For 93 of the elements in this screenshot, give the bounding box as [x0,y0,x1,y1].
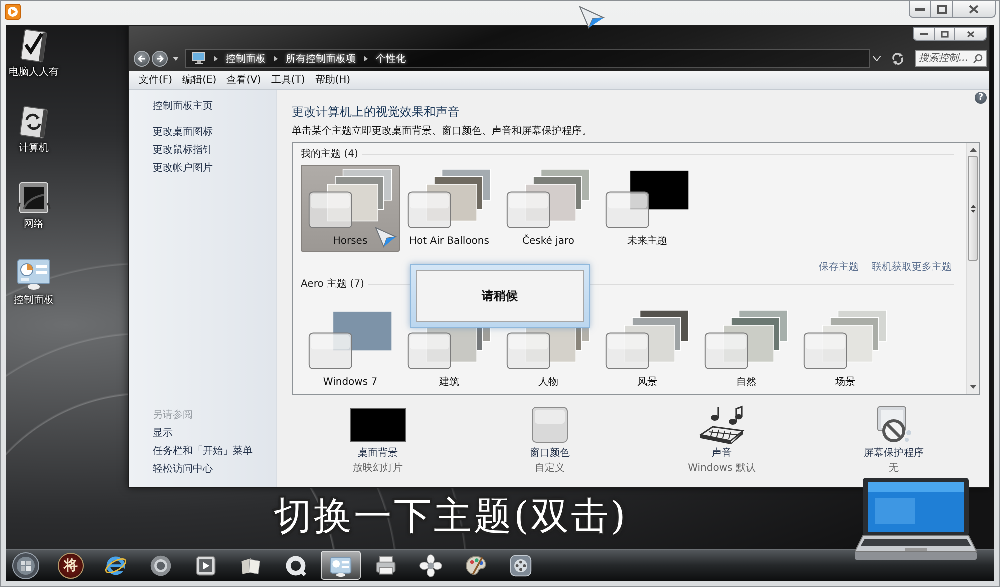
setting-value: 无 [889,462,899,476]
back-button[interactable] [134,50,150,66]
ring-icon [284,554,308,578]
menu-item[interactable]: 帮助(H) [311,73,355,87]
theme-item[interactable]: Hot Air Balloons [400,165,499,252]
search-field[interactable]: 搜索控制... [915,50,987,67]
theme-item[interactable]: Windows 7 [301,306,400,393]
play-icon [194,554,218,578]
picture-frame-icon [17,181,51,215]
group-heading: Aero 主题 (7) [301,278,364,291]
orb-icon [12,552,40,580]
maximize-icon [936,4,946,14]
setting-link[interactable]: 窗口颜色 [530,447,570,461]
desktop-shortcut[interactable]: 计算机 [6,105,62,181]
sidebar-link[interactable]: 更改帐户图片 [153,160,213,178]
taskbar-button[interactable] [321,551,361,580]
arrow-right-icon [156,54,164,62]
close-icon [969,4,979,14]
color-swatch-icon[interactable] [532,407,568,443]
breadcrumb[interactable]: 控制面板 [226,52,266,66]
theme-item[interactable]: 自然 [697,306,796,393]
cursor-icon [375,227,397,248]
minimize-button[interactable] [913,27,935,41]
computer-icon [192,52,206,65]
menu-item[interactable]: 文件(F) [135,73,177,87]
scrollbar-thumb[interactable] [968,156,978,261]
breadcrumb[interactable]: 所有控制面板项 [286,52,356,66]
arrow-left-icon [138,54,146,62]
scroll-up-icon [970,148,976,152]
theme-item[interactable]: 未来主题 [598,165,697,252]
sidebar-link[interactable]: 更改鼠标指针 [153,142,213,160]
minimize-icon [920,33,928,35]
setting-link[interactable]: 声音 [712,447,732,461]
sidebar-link[interactable]: 更改桌面图标 [153,124,213,142]
theme-link[interactable]: 保存主题 [819,261,859,275]
desktop-shortcut[interactable]: 控制面板 [6,257,62,333]
sidebar-link[interactable]: 轻松访问中心 [153,461,213,479]
wallpaper-thumbnail-icon[interactable] [350,408,406,442]
theme-item[interactable]: Horses [301,165,400,252]
theme-item[interactable]: 场景 [796,306,895,393]
subtitle-caption: 切换一下主题(双击) [274,493,628,539]
dropdown-icon[interactable] [873,56,881,61]
setting-value: 放映幻灯片 [353,462,403,476]
page-description: 单击某个主题立即更改桌面背景、窗口颜色、声音和屏幕保护程序。 [292,125,593,139]
maximize-button[interactable] [935,27,955,41]
music-keyboard-icon[interactable] [699,405,745,445]
dial-icon [509,554,533,578]
chevron-icon[interactable] [214,56,218,62]
scrollbar[interactable] [966,143,979,394]
grip-icon [970,204,976,212]
setting-link[interactable]: 桌面背景 [358,447,398,461]
chevron-icon[interactable] [364,56,368,62]
scroll-down-icon [970,385,976,389]
menu-item[interactable]: 工具(T) [267,73,310,87]
desktop-shortcut[interactable]: 电脑人人有 [6,29,62,105]
palette-icon [464,554,488,578]
menu-item[interactable]: 编辑(E) [178,73,221,87]
theme-item[interactable]: 风景 [598,306,697,393]
browser-icon [149,554,173,578]
sidebar-link[interactable]: 任务栏和「开始」菜单 [153,443,253,461]
breadcrumb[interactable]: 个性化 [376,52,406,66]
page-title: 更改计算机上的视觉效果和声音 [292,104,461,120]
taskbar-button[interactable]: 将 [58,552,84,578]
section-heading: 另请参阅 [153,408,193,423]
menu-item[interactable]: 查看(V) [222,73,266,87]
dialog-message: 请稍候 [416,270,584,322]
maximize-icon [940,30,948,38]
refresh-icon[interactable] [891,52,905,66]
printer-icon [374,554,398,578]
theme-item[interactable]: České jaro [499,165,598,252]
setting-link[interactable]: 屏幕保护程序 [864,447,924,461]
maximize-button[interactable] [931,1,953,18]
address-bar[interactable]: 控制面板 所有控制面板项 个性化 [185,49,870,68]
theme-link[interactable]: 联机获取更多主题 [872,261,952,275]
search-icon [973,54,983,64]
sidebar-link[interactable]: 控制面板主页 [153,98,213,116]
minimize-icon [915,8,925,10]
setting-value: 自定义 [535,462,565,476]
close-button[interactable] [955,27,987,41]
forward-button[interactable] [152,50,168,66]
desktop-shortcut[interactable]: 网络 [6,181,62,257]
close-button[interactable] [953,1,996,18]
group-heading: 我的主题 (4) [301,148,358,161]
dropdown-icon[interactable] [173,56,179,60]
minimize-button[interactable] [909,1,931,18]
setting-value: Windows 默认 [688,462,756,476]
flower-icon [419,554,443,578]
sidebar-link[interactable]: 显示 [153,425,173,443]
chevron-icon[interactable] [274,56,278,62]
help-button[interactable]: ? [975,92,987,104]
close-icon [966,30,974,38]
control-panel-icon [17,257,51,291]
play-icon [5,4,21,20]
